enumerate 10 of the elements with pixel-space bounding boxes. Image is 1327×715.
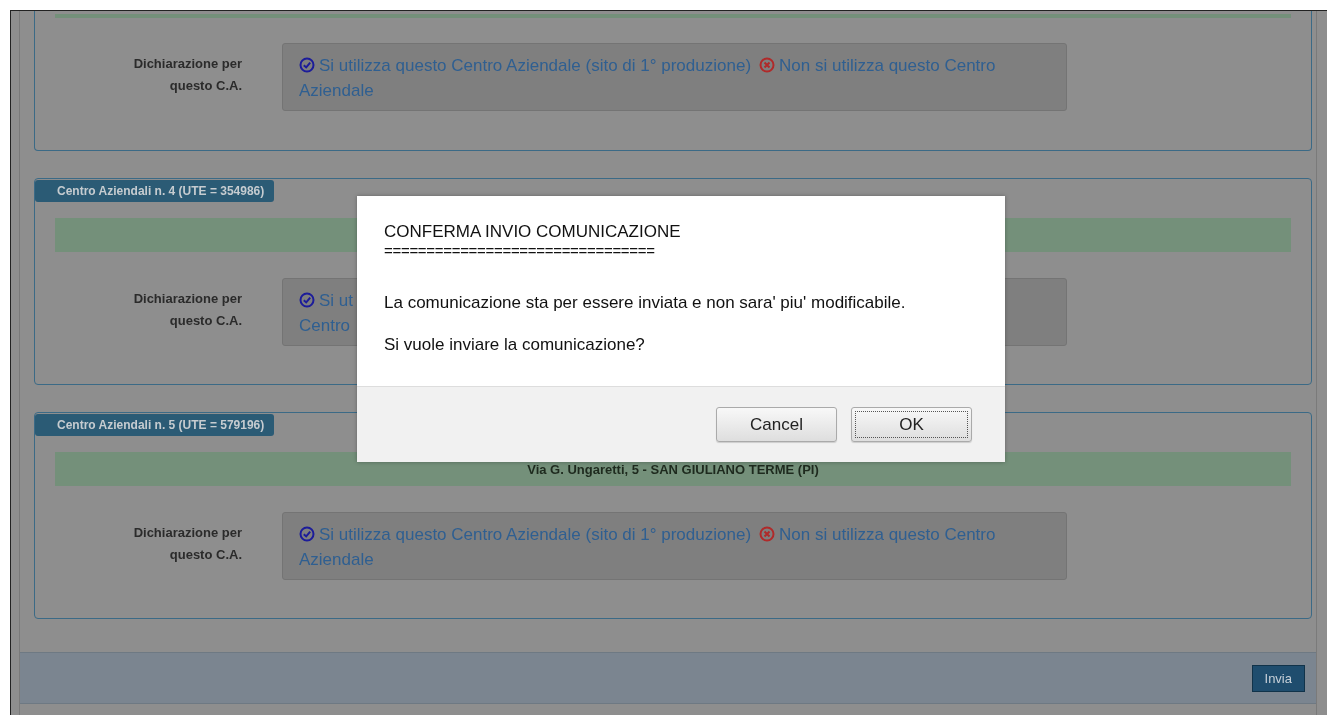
field-label: Dichiarazione per questo C.A. — [132, 524, 242, 564]
dialog-separator: ================================ — [384, 241, 656, 260]
section-legend: Centro Aziendali n. 4 (UTE = 354986) — [35, 180, 275, 202]
dialog-question: Si vuole inviare la comunicazione? — [384, 335, 646, 355]
section-legend: Centro Aziendali n. 5 (UTE = 579196) — [35, 414, 275, 436]
address-text: Via G. Ungaretti, 5 - SAN GIULIANO TERME (PI) — [527, 461, 819, 477]
dialog-message: La comunicazione sta per essere inviata e non sara' piu' modificabile. — [384, 293, 907, 313]
dialog-title: CONFERMA INVIO COMUNICAZIONE — [384, 222, 682, 241]
field-label: Dichiarazione per questo C.A. — [132, 55, 242, 95]
field-label: Dichiarazione per questo C.A. — [132, 290, 242, 330]
